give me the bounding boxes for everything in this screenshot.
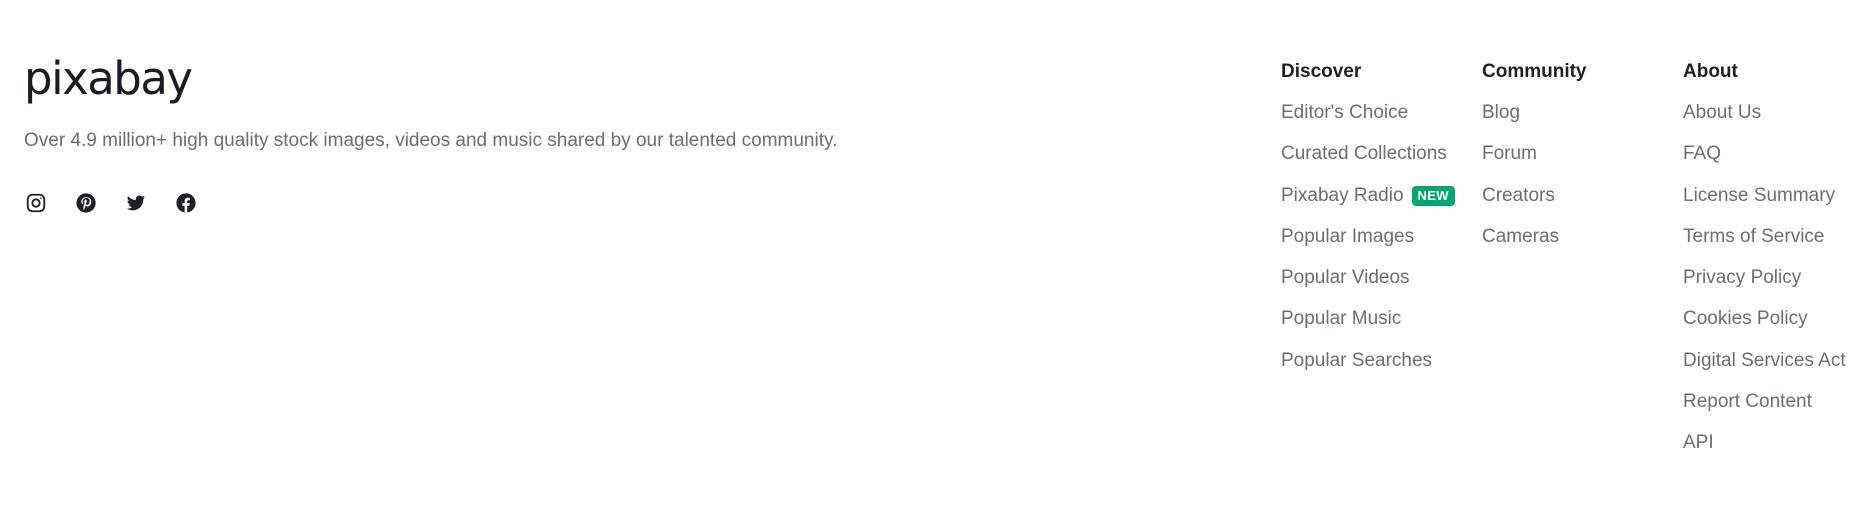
list-item: Creators	[1482, 184, 1587, 225]
about-us-link[interactable]: About Us	[1683, 101, 1761, 125]
popular-searches-link[interactable]: Popular Searches	[1281, 349, 1432, 373]
list-item: Blog	[1482, 101, 1587, 142]
report-content-link[interactable]: Report Content	[1683, 390, 1812, 414]
list-item: Curated Collections	[1281, 142, 1455, 183]
list-item: Popular Music	[1281, 307, 1455, 348]
instagram-icon	[26, 193, 46, 213]
list-item: Pixabay Radio NEW	[1281, 184, 1455, 225]
list-item: API	[1683, 431, 1846, 472]
community-heading: Community	[1482, 61, 1587, 82]
discover-heading: Discover	[1281, 61, 1362, 82]
list-item: Cameras	[1482, 225, 1587, 266]
list-item: Popular Videos	[1281, 266, 1455, 307]
list-item: Popular Images	[1281, 225, 1455, 266]
about-column: About About Us FAQ License Summary Terms…	[1683, 60, 1846, 473]
api-link[interactable]: API	[1683, 431, 1714, 455]
pinterest-link[interactable]	[74, 191, 98, 215]
blog-link[interactable]: Blog	[1482, 101, 1520, 125]
community-column: Community Blog Forum Creators Cameras	[1482, 60, 1587, 266]
pixabay-radio-link[interactable]: Pixabay Radio	[1281, 184, 1404, 208]
new-badge: NEW	[1411, 185, 1455, 206]
forum-link[interactable]: Forum	[1482, 142, 1537, 166]
about-heading: About	[1683, 61, 1738, 82]
list-item: Terms of Service	[1683, 225, 1846, 266]
discover-column: Discover Editor's Choice Curated Collect…	[1281, 60, 1455, 390]
popular-videos-link[interactable]: Popular Videos	[1281, 266, 1410, 290]
curated-collections-link[interactable]: Curated Collections	[1281, 142, 1447, 166]
list-item: Forum	[1482, 142, 1587, 183]
license-summary-link[interactable]: License Summary	[1683, 184, 1835, 208]
list-item: Popular Searches	[1281, 349, 1455, 390]
facebook-icon	[176, 193, 196, 213]
terms-of-service-link[interactable]: Terms of Service	[1683, 225, 1824, 249]
social-links	[24, 191, 837, 215]
site-footer: pixabay Over 4.9 million+ high quality s…	[0, 0, 1875, 505]
creators-link[interactable]: Creators	[1482, 184, 1555, 208]
community-links: Blog Forum Creators Cameras	[1482, 101, 1587, 266]
list-item: Editor's Choice	[1281, 101, 1455, 142]
pixabay-logo[interactable]: pixabay	[24, 56, 837, 102]
list-item: Digital Services Act	[1683, 349, 1846, 390]
list-item: FAQ	[1683, 142, 1846, 183]
faq-link[interactable]: FAQ	[1683, 142, 1721, 166]
list-item: Cookies Policy	[1683, 307, 1846, 348]
cookies-policy-link[interactable]: Cookies Policy	[1683, 307, 1808, 331]
instagram-link[interactable]	[24, 191, 48, 215]
about-links: About Us FAQ License Summary Terms of Se…	[1683, 101, 1846, 473]
brand-section: pixabay Over 4.9 million+ high quality s…	[24, 56, 837, 215]
facebook-link[interactable]	[174, 191, 198, 215]
popular-music-link[interactable]: Popular Music	[1281, 307, 1401, 331]
discover-links: Editor's Choice Curated Collections Pixa…	[1281, 101, 1455, 390]
tagline: Over 4.9 million+ high quality stock ima…	[24, 130, 838, 151]
digital-services-act-link[interactable]: Digital Services Act	[1683, 349, 1846, 373]
cameras-link[interactable]: Cameras	[1482, 225, 1559, 249]
twitter-icon	[126, 195, 146, 211]
list-item: Privacy Policy	[1683, 266, 1846, 307]
list-item: About Us	[1683, 101, 1846, 142]
editors-choice-link[interactable]: Editor's Choice	[1281, 101, 1408, 125]
twitter-link[interactable]	[124, 191, 148, 215]
popular-images-link[interactable]: Popular Images	[1281, 225, 1414, 249]
list-item: License Summary	[1683, 184, 1846, 225]
privacy-policy-link[interactable]: Privacy Policy	[1683, 266, 1801, 290]
list-item: Report Content	[1683, 390, 1846, 431]
pinterest-icon	[76, 193, 96, 213]
